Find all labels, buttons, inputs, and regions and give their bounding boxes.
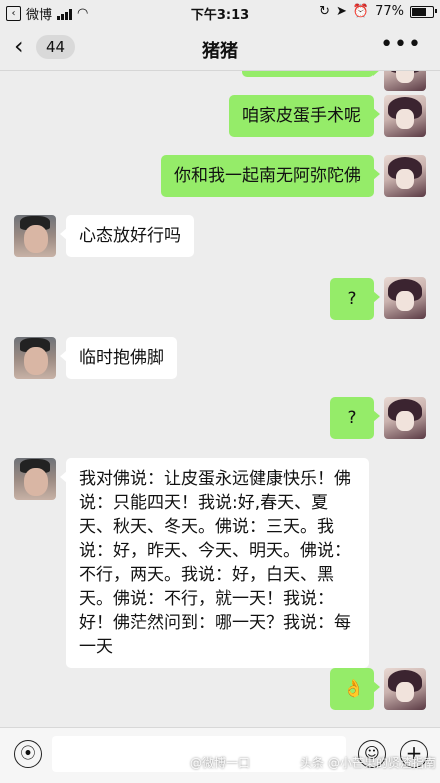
more-options-icon[interactable]: •••	[380, 32, 422, 57]
message-line: 天、秋天、冬天。佛说：三天。我	[79, 517, 334, 537]
message-bubble-incoming: 心态放好行吗	[60, 215, 194, 257]
battery-percent: 77%	[375, 4, 404, 19]
location-icon: ➤	[336, 4, 347, 19]
avatar[interactable]	[14, 337, 56, 379]
status-bar: ‹ 微博 ◠ 下午3:13 ↻ ➤ ⏰ 77%	[0, 0, 440, 26]
message-line: 天。佛说：不行，就一天！我说：	[79, 589, 334, 609]
status-right: ↻ ➤ ⏰ 77%	[319, 4, 437, 19]
message-bubble-incoming: 临时抱佛脚	[60, 337, 177, 379]
message-bubble-outgoing: 咱家皮蛋手术呢	[229, 95, 380, 137]
message-bubble-outgoing: ?	[330, 397, 380, 439]
avatar[interactable]	[384, 397, 426, 439]
message-line: 说：好，昨天、今天、明天。佛说：	[79, 541, 351, 561]
watermark-right: 头条 @小芒果的贤渣指南	[300, 756, 436, 770]
orientation-lock-icon: ↻	[319, 4, 330, 19]
avatar[interactable]	[384, 668, 426, 710]
avatar[interactable]	[14, 215, 56, 257]
battery-fill	[412, 7, 426, 16]
message-bubble-incoming: 我对佛说：让皮蛋永远健康快乐！佛 说：只能四天！我说:好,春天、夏 天、秋天、冬…	[60, 458, 369, 668]
message-line: 说：只能四天！我说:好,春天、夏	[79, 493, 329, 513]
avatar[interactable]	[384, 95, 426, 137]
message-bubble-outgoing: 你和我一起南无阿弥陀佛	[161, 155, 380, 197]
watermark-left: @微博一口	[190, 756, 251, 770]
avatar[interactable]	[384, 155, 426, 197]
message-line: 好！佛茫然问到：哪一天？我说：每	[79, 613, 351, 633]
message-bubble-outgoing: ?	[330, 278, 380, 320]
message-line: 一天	[79, 637, 113, 657]
avatar[interactable]	[384, 277, 426, 319]
alarm-icon: ⏰	[352, 4, 370, 19]
chat-area[interactable]: 咱家皮蛋手术呢 你和我一起南无阿弥陀佛 心态放好行吗 ? 临时抱佛脚 ? 我对佛…	[0, 71, 440, 727]
message-line: 不行，两天。我说：好，白天、黑	[79, 565, 334, 585]
message-bubble-outgoing: 👌	[330, 668, 380, 710]
voice-icon[interactable]: ⦿	[14, 740, 42, 768]
avatar[interactable]	[14, 458, 56, 500]
chat-header: ‹ 44 猪猪 •••	[0, 26, 440, 71]
battery-icon	[410, 5, 437, 18]
avatar[interactable]	[384, 71, 426, 91]
message-bubble-partial	[242, 71, 380, 77]
message-line: 我对佛说：让皮蛋永远健康快乐！佛	[79, 469, 351, 489]
chat-title: 猪猪	[202, 41, 238, 62]
